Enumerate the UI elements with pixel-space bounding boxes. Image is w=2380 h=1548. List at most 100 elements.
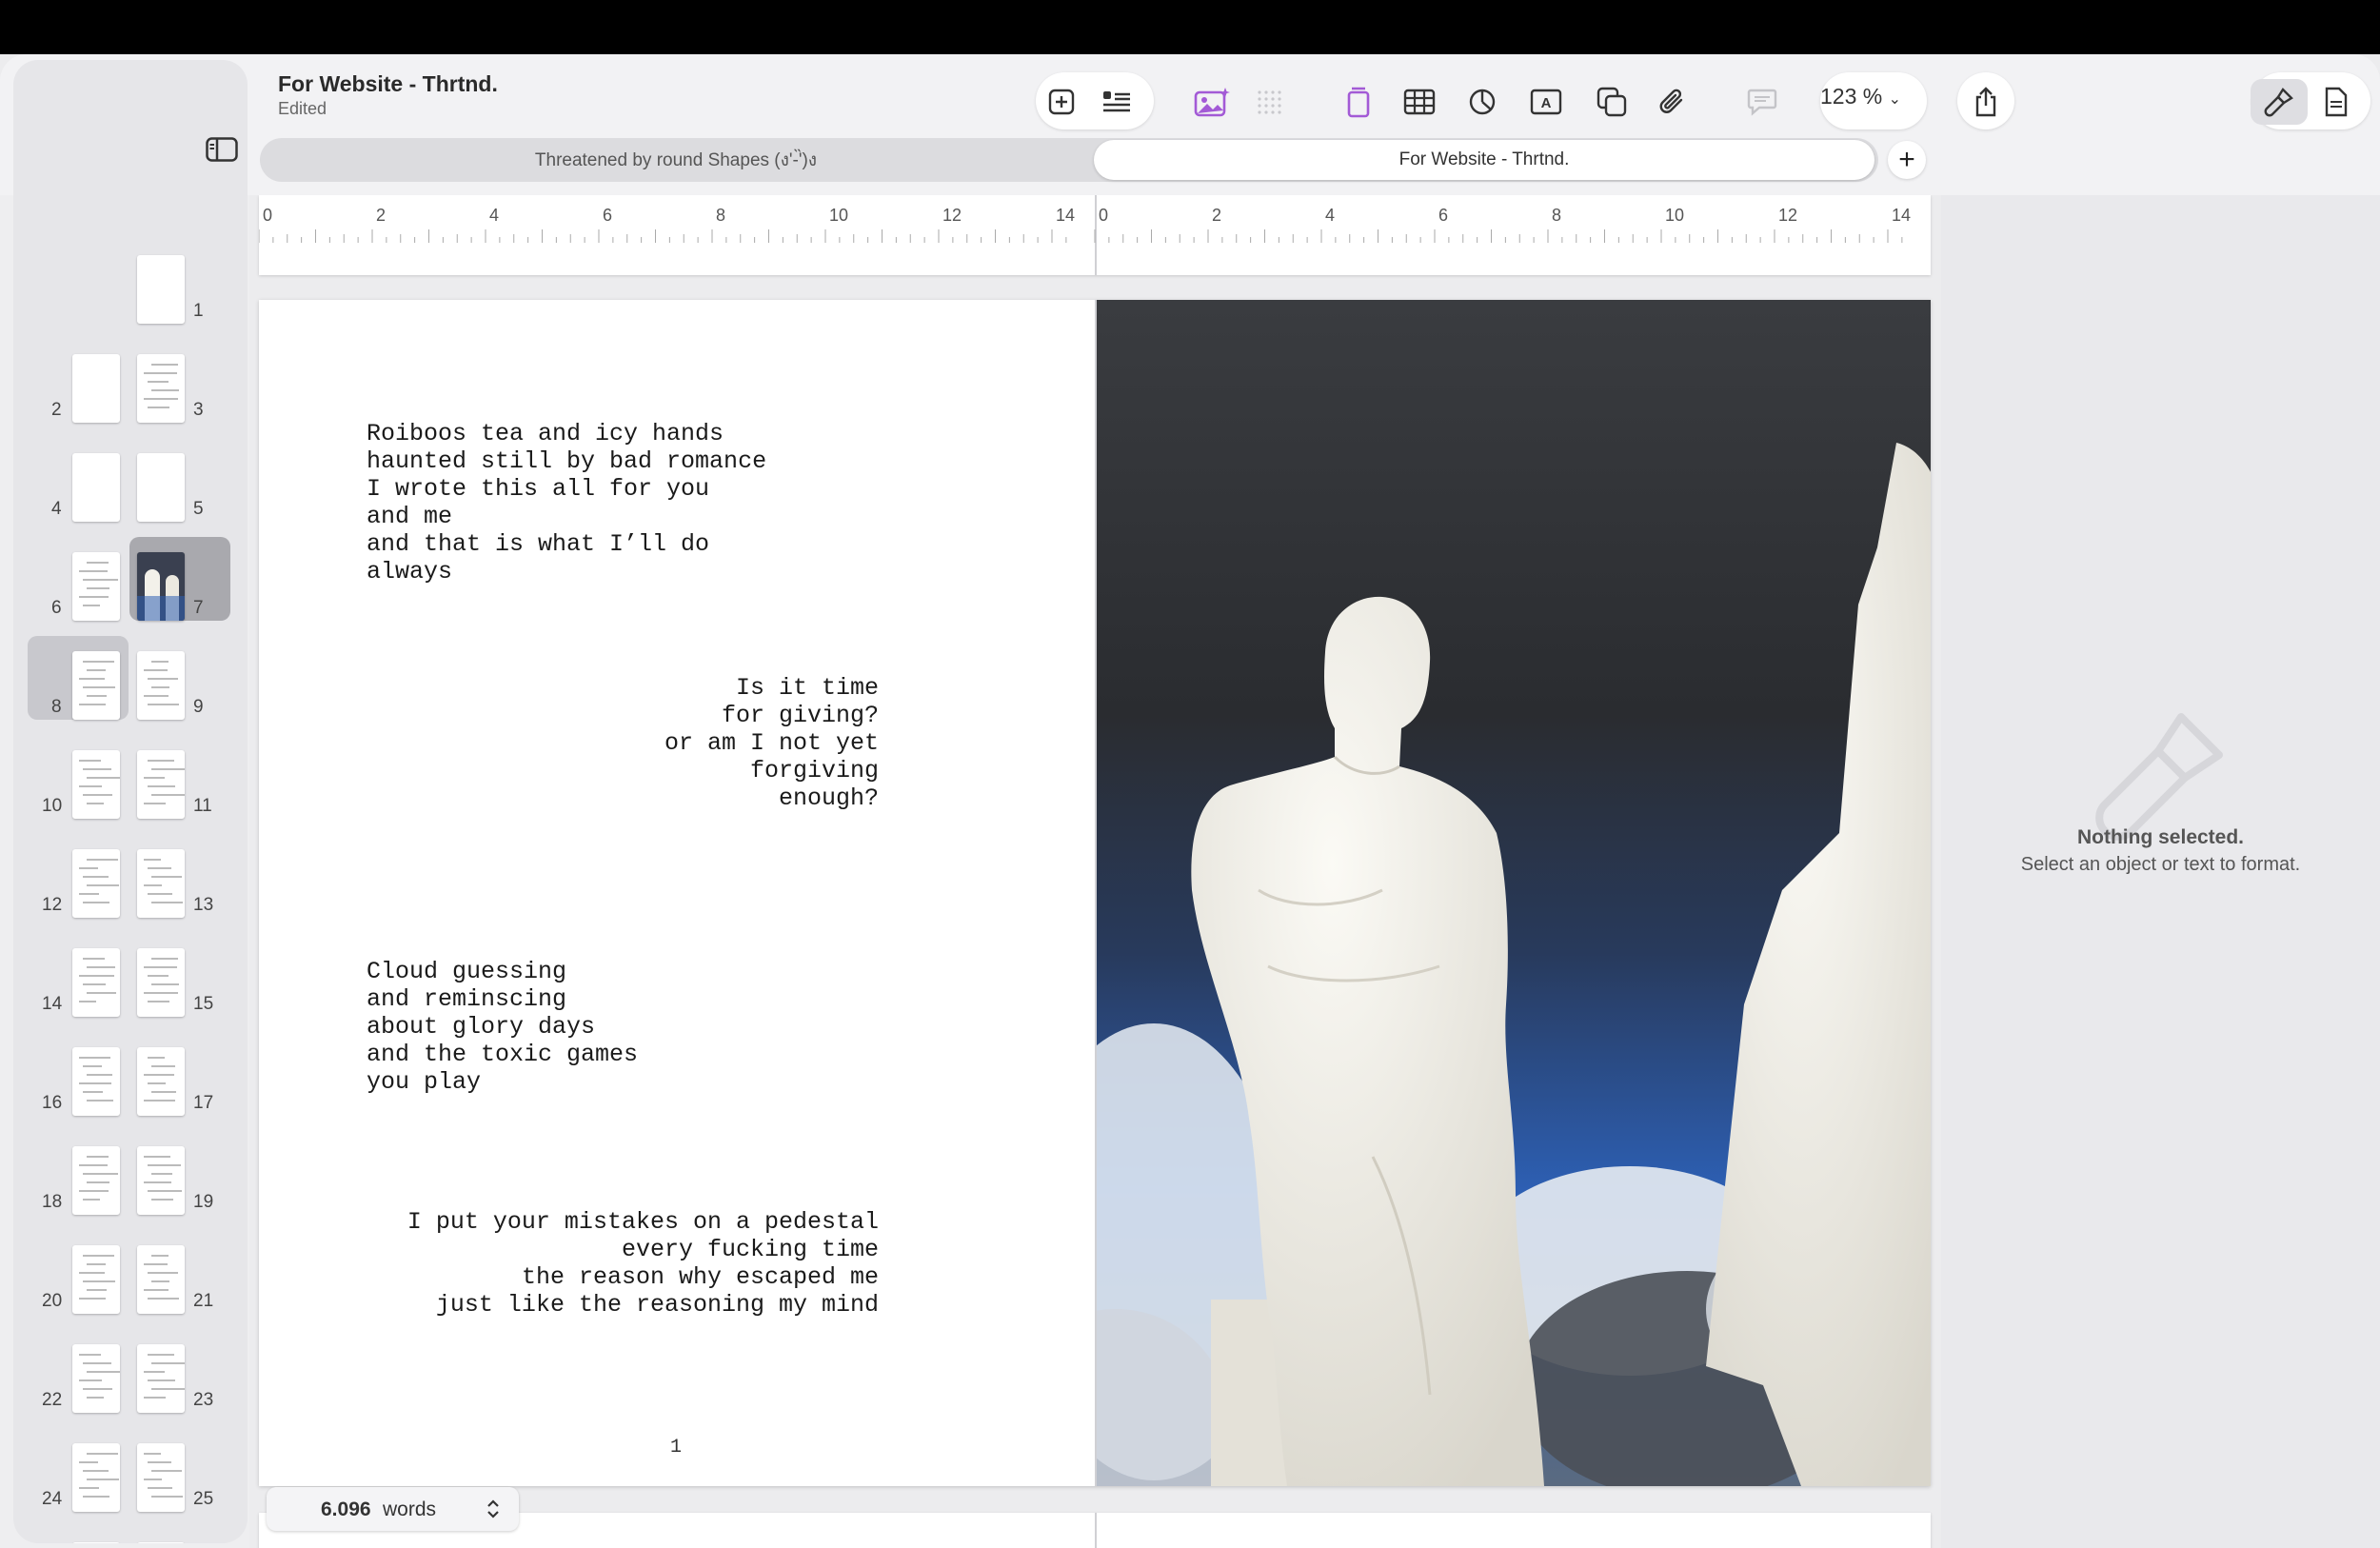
grid-icon[interactable] — [1240, 79, 1298, 125]
page-thumbnail[interactable] — [137, 1146, 185, 1215]
new-tab-button[interactable]: + — [1888, 141, 1926, 179]
page-thumbnail[interactable] — [72, 354, 120, 423]
page-thumbnail[interactable] — [137, 651, 185, 720]
statues-photo[interactable] — [1097, 300, 1931, 1486]
ruler-label: 8 — [1552, 206, 1562, 225]
page-thumbnail-number: 15 — [193, 994, 214, 1014]
comment-icon[interactable] — [1734, 79, 1791, 125]
ruler-label: 0 — [263, 206, 273, 225]
page-spread[interactable]: Roiboos tea and icy hands haunted still … — [259, 300, 1931, 1486]
page-thumbnails-sidebar[interactable]: 1 2 3 4 5 6 7 8 9 10 11 12 13 14 15 16 17 18 19 20 21 22 23 24 2… — [13, 60, 248, 1543]
ruler-label: 4 — [489, 206, 500, 225]
tab-threatened-by-round-shapes[interactable]: Threatened by round Shapes (ง'-̀'̀)ง — [260, 138, 1092, 182]
page-thumbnail[interactable] — [72, 1542, 120, 1543]
zoom-level[interactable]: 123 % ⌄ — [1820, 84, 1901, 109]
app-window: 1 2 3 4 5 6 7 8 9 10 11 12 13 14 15 16 17 18 19 20 21 22 23 24 2… — [0, 54, 2380, 1548]
ruler-label: 6 — [1438, 206, 1449, 225]
page-thumbnail[interactable] — [72, 1047, 120, 1116]
ruler-label: 8 — [716, 206, 726, 225]
page-thumbnail-number: 21 — [193, 1291, 214, 1311]
page-thumbnail[interactable] — [72, 1146, 120, 1215]
page-thumbnail[interactable] — [72, 453, 120, 522]
document-status: Edited — [278, 99, 327, 118]
attachment-icon[interactable] — [1644, 79, 1701, 125]
inspector-empty-title: Nothing selected. — [2076, 826, 2245, 848]
document-icon[interactable] — [2308, 79, 2365, 125]
page-thumbnail-number: 18 — [42, 1192, 63, 1212]
page-thumbnail-number: 11 — [193, 796, 212, 816]
page-thumbnail-number: 24 — [42, 1489, 63, 1509]
page-thumbnail-number: 25 — [193, 1489, 214, 1509]
page-thumbnail[interactable] — [137, 948, 185, 1017]
page-thumbnail-number: 16 — [42, 1093, 63, 1113]
chart-icon[interactable] — [1454, 79, 1511, 125]
format-brush-icon[interactable] — [2251, 79, 2308, 125]
document-canvas[interactable]: 0 2 4 6 8 10 12 14 0 2 4 6 8 10 12 14 Roiboos tea and i… — [249, 195, 1941, 1548]
page-thumbnail[interactable] — [137, 453, 185, 522]
page-thumbnail[interactable] — [137, 1245, 185, 1314]
ruler-label: 2 — [376, 206, 387, 225]
page-icon[interactable] — [1330, 79, 1387, 125]
tab-for-website[interactable]: For Website - Thrtnd. — [1094, 140, 1874, 180]
ruler-label: 14 — [1892, 206, 1912, 225]
ruler-label: 10 — [829, 206, 849, 225]
word-count-unit: words — [383, 1498, 437, 1520]
page-thumbnail-number: 12 — [42, 895, 63, 915]
page-thumbnail-number: 5 — [193, 499, 204, 519]
page-thumbnail[interactable] — [137, 1443, 185, 1512]
ruler-label: 4 — [1325, 206, 1336, 225]
page-thumbnail[interactable] — [137, 552, 185, 621]
ruler-label: 12 — [942, 206, 962, 225]
page-thumbnail-number: 4 — [51, 499, 62, 519]
share-icon[interactable] — [1957, 79, 2014, 125]
page-thumbnail[interactable] — [72, 849, 120, 918]
page-thumbnail[interactable] — [137, 849, 185, 918]
page-thumbnail[interactable] — [72, 750, 120, 819]
ruler-label: 2 — [1212, 206, 1222, 225]
poem-stanza-4[interactable]: I put your mistakes on a pedestal every … — [407, 1208, 879, 1319]
sidebar-toggle-icon[interactable] — [206, 137, 238, 162]
page-thumbnail-number: 7 — [193, 598, 204, 618]
add-page-icon[interactable] — [1033, 79, 1090, 125]
text-box-icon[interactable]: A — [1517, 79, 1575, 125]
document-title[interactable]: For Website - Thrtnd. — [278, 71, 498, 97]
page-thumbnail[interactable] — [137, 1542, 185, 1543]
stepper-arrows-icon[interactable] — [486, 1497, 501, 1527]
page-thumbnail-number: 19 — [193, 1192, 214, 1212]
page-thumbnail[interactable] — [72, 1443, 120, 1512]
horizontal-ruler[interactable]: 0 2 4 6 8 10 12 14 0 2 4 6 8 10 12 14 — [258, 195, 1931, 243]
page-thumbnail[interactable] — [137, 1047, 185, 1116]
page-thumbnail[interactable] — [72, 948, 120, 1017]
page-thumbnail-number: 1 — [193, 301, 204, 321]
page-thumbnail[interactable] — [137, 750, 185, 819]
page-thumbnail-number: 6 — [51, 598, 62, 618]
poem-stanza-2[interactable]: Is it time for giving? or am I not yet f… — [664, 674, 879, 812]
page-divider — [1095, 1513, 1097, 1548]
table-icon[interactable] — [1391, 79, 1448, 125]
menu-bar — [0, 0, 2380, 54]
word-count-control[interactable]: 6.096 words — [267, 1487, 519, 1531]
inspector-empty-subtitle: Select an object or text to format. — [2020, 854, 2301, 875]
tab-bar: Threatened by round Shapes (ง'-̀'̀)ง For… — [260, 138, 1878, 182]
page-thumbnail[interactable] — [72, 1245, 120, 1314]
page-thumbnail[interactable] — [137, 354, 185, 423]
shape-icon[interactable] — [1583, 79, 1640, 125]
page-thumbnail[interactable] — [137, 1344, 185, 1413]
page-thumbnail[interactable] — [72, 1344, 120, 1413]
poem-stanza-1[interactable]: Roiboos tea and icy hands haunted still … — [367, 420, 766, 585]
poem-stanza-3[interactable]: Cloud guessing and reminscing about glor… — [367, 958, 638, 1096]
text-style-icon[interactable] — [1088, 79, 1145, 125]
page-thumbnail[interactable] — [72, 552, 120, 621]
ruler-label: 12 — [1778, 206, 1798, 225]
page-thumbnail[interactable] — [137, 255, 185, 324]
svg-text:A: A — [1541, 95, 1552, 111]
page-thumbnail[interactable] — [72, 651, 120, 720]
page-thumbnail-number: 9 — [193, 697, 204, 717]
format-inspector: Nothing selected. Select an object or te… — [1941, 195, 2380, 1548]
page-thumbnail-number: 17 — [193, 1093, 214, 1113]
ruler-label: 0 — [1099, 206, 1109, 225]
page-thumbnail-number: 22 — [42, 1390, 63, 1410]
page-thumbnail-number: 10 — [42, 796, 63, 816]
plus-icon: + — [1898, 144, 1915, 175]
image-playground-icon[interactable] — [1183, 79, 1240, 125]
